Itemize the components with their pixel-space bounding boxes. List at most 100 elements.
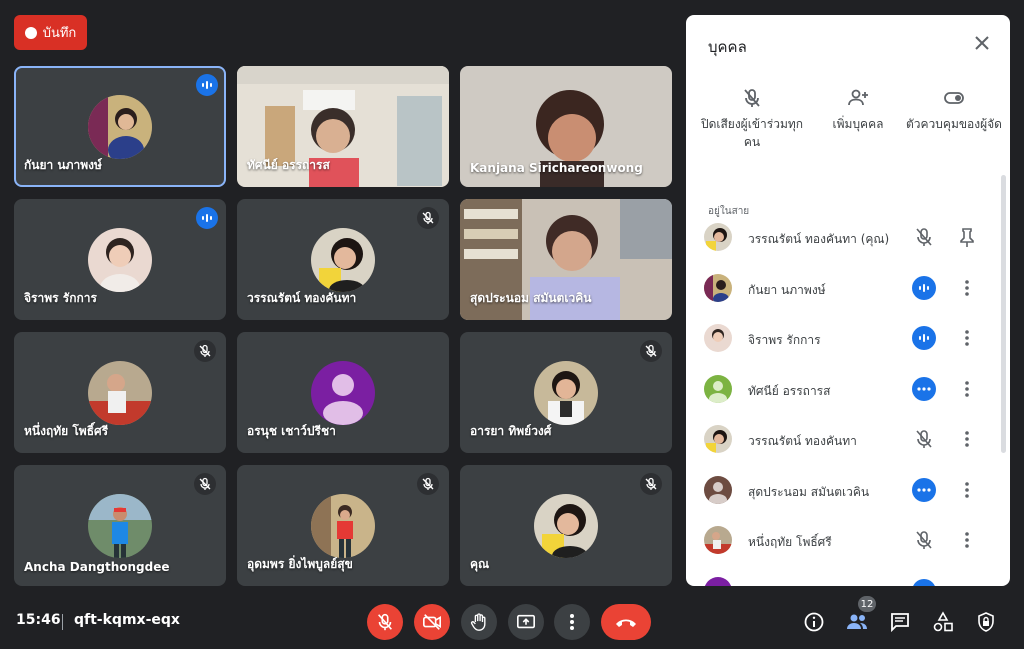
speaking-icon xyxy=(196,74,218,96)
avatar xyxy=(88,493,152,558)
list-item[interactable]: วรรณรัตน์ ทองคันทา (คุณ) xyxy=(686,213,1002,263)
video-tile[interactable]: อารยา ทิพย์วงศ์ xyxy=(460,332,672,453)
avatar xyxy=(704,425,732,453)
info-icon xyxy=(804,612,824,632)
raise-hand-button[interactable] xyxy=(461,604,497,640)
video-tile[interactable]: ทัศนีย์ อรรถารส xyxy=(237,66,449,187)
divider xyxy=(62,614,63,630)
host-controls-toolbar-button[interactable] xyxy=(972,608,1000,636)
add-people-button[interactable]: เพิ่มบุคคล xyxy=(806,87,910,133)
avatar xyxy=(704,223,732,251)
panel-title: บุคคล xyxy=(708,38,747,56)
leave-call-button[interactable] xyxy=(601,604,651,640)
mute-all-button[interactable]: ปิดเสียงผู้เข้าร่วมทุกคน xyxy=(700,87,804,151)
mic-off-icon xyxy=(913,428,935,450)
more-options-icon[interactable] xyxy=(960,378,974,400)
hang-up-icon xyxy=(616,619,636,627)
record-button[interactable]: บันทึก xyxy=(14,15,87,50)
video-tile[interactable]: คุณ xyxy=(460,465,672,586)
video-tile[interactable]: สุดประนอม สมันตเวคิน xyxy=(460,199,672,320)
tile-name: วรรณรัตน์ ทองคันทา xyxy=(247,291,357,305)
video-tile[interactable]: กันยา นภาพงษ์ xyxy=(14,66,226,187)
chat-button[interactable] xyxy=(886,608,914,636)
list-item[interactable]: วรรณรัตน์ ทองคันทา xyxy=(686,415,1002,465)
tile-name: ทัศนีย์ อรรถารส xyxy=(247,158,330,172)
mic-off-icon xyxy=(640,340,662,362)
avatar xyxy=(534,360,598,425)
tile-name: สุดประนอม สมันตเวคิน xyxy=(470,291,592,305)
more-options-icon[interactable] xyxy=(960,327,974,349)
chat-icon xyxy=(891,613,909,633)
meeting-code: qft-kqmx-eqx xyxy=(74,612,180,628)
present-icon xyxy=(517,614,535,629)
action-label: เพิ่มบุคคล xyxy=(832,117,884,131)
pin-icon[interactable] xyxy=(958,226,976,248)
people-button[interactable] xyxy=(843,608,871,636)
participant-name: วรรณรัตน์ ทองคันทา xyxy=(748,434,857,448)
avatar xyxy=(704,526,732,554)
list-item[interactable]: หนึ่งฤทัย โพธิ์ศรี xyxy=(686,516,1002,566)
avatar xyxy=(88,360,152,425)
video-tile[interactable]: Ancha Dangthongdee xyxy=(14,465,226,586)
camera-off-icon xyxy=(423,614,441,630)
speaking-icon xyxy=(912,579,936,586)
list-item[interactable]: ทัศนีย์ อรรถารส xyxy=(686,365,1002,415)
shield-lock-icon xyxy=(978,612,994,632)
action-label: ปิดเสียงผู้เข้าร่วมทุกคน xyxy=(700,117,804,149)
toggle-icon xyxy=(944,92,964,104)
more-dots-icon xyxy=(912,377,936,401)
host-controls-button[interactable]: ตัวควบคุมของผู้จัด xyxy=(902,87,1006,133)
mic-off-icon xyxy=(378,613,392,631)
avatar xyxy=(704,476,732,504)
participant-name: กันยา นภาพงษ์ xyxy=(748,283,826,297)
activities-button[interactable] xyxy=(929,608,957,636)
list-item[interactable]: จิราพร รักการ xyxy=(686,314,1002,364)
more-options-icon[interactable] xyxy=(960,428,974,450)
meeting-details-button[interactable] xyxy=(800,608,828,636)
scrollbar[interactable] xyxy=(1001,175,1006,453)
participant-name: หนึ่งฤทัย โพธิ์ศรี xyxy=(748,535,832,549)
list-item[interactable]: กันยา นภาพงษ์ xyxy=(686,264,1002,314)
tile-name: อุดมพร ยิ่งไพบูลย์สุข xyxy=(247,557,353,571)
list-item[interactable]: สุดประนอม สมันตเวคิน xyxy=(686,466,1002,516)
shapes-icon xyxy=(933,611,953,632)
close-icon[interactable] xyxy=(972,33,992,53)
speaking-icon xyxy=(912,326,936,350)
speaking-icon xyxy=(196,207,218,229)
more-vert-icon xyxy=(570,614,574,630)
video-tile[interactable]: อรนุช เชาว์ปรีชา xyxy=(237,332,449,453)
tile-name: จิราพร รักการ xyxy=(24,291,97,305)
mic-off-icon xyxy=(417,207,439,229)
list-item[interactable] xyxy=(686,567,1002,586)
mic-off-icon xyxy=(417,473,439,495)
participant-name: วรรณรัตน์ ทองคันทา (คุณ) xyxy=(748,232,890,246)
more-options-button[interactable] xyxy=(554,604,590,640)
more-options-icon[interactable] xyxy=(960,277,974,299)
record-dot-icon xyxy=(24,26,37,39)
present-screen-button[interactable] xyxy=(508,604,544,640)
avatar xyxy=(311,493,375,558)
clock: 15:46 xyxy=(16,612,61,628)
people-icon xyxy=(847,614,867,629)
video-tile[interactable]: หนึ่งฤทัย โพธิ์ศรี xyxy=(14,332,226,453)
video-tile[interactable]: Kanjana Sirichareonwong xyxy=(460,66,672,187)
participant-count-badge: 12 xyxy=(858,596,876,612)
tile-name: อารยา ทิพย์วงศ์ xyxy=(470,424,552,438)
tile-name: กันยา นภาพงษ์ xyxy=(24,158,102,172)
avatar xyxy=(88,227,152,292)
more-options-icon[interactable] xyxy=(960,479,974,501)
tile-name: หนึ่งฤทัย โพธิ์ศรี xyxy=(24,424,109,438)
mic-off-icon xyxy=(640,473,662,495)
avatar xyxy=(534,493,598,558)
tile-name: อรนุช เชาว์ปรีชา xyxy=(247,424,336,438)
more-options-icon[interactable] xyxy=(960,529,974,551)
video-tile[interactable]: วรรณรัตน์ ทองคันทา xyxy=(237,199,449,320)
tile-name: Ancha Dangthongdee xyxy=(24,560,170,574)
video-tile[interactable]: จิราพร รักการ xyxy=(14,199,226,320)
camera-toggle-button[interactable] xyxy=(414,604,450,640)
video-tile[interactable]: อุดมพร ยิ่งไพบูลย์สุข xyxy=(237,465,449,586)
avatar xyxy=(704,577,732,586)
avatar xyxy=(311,360,375,425)
person-add-icon xyxy=(848,89,868,106)
microphone-toggle-button[interactable] xyxy=(367,604,403,640)
